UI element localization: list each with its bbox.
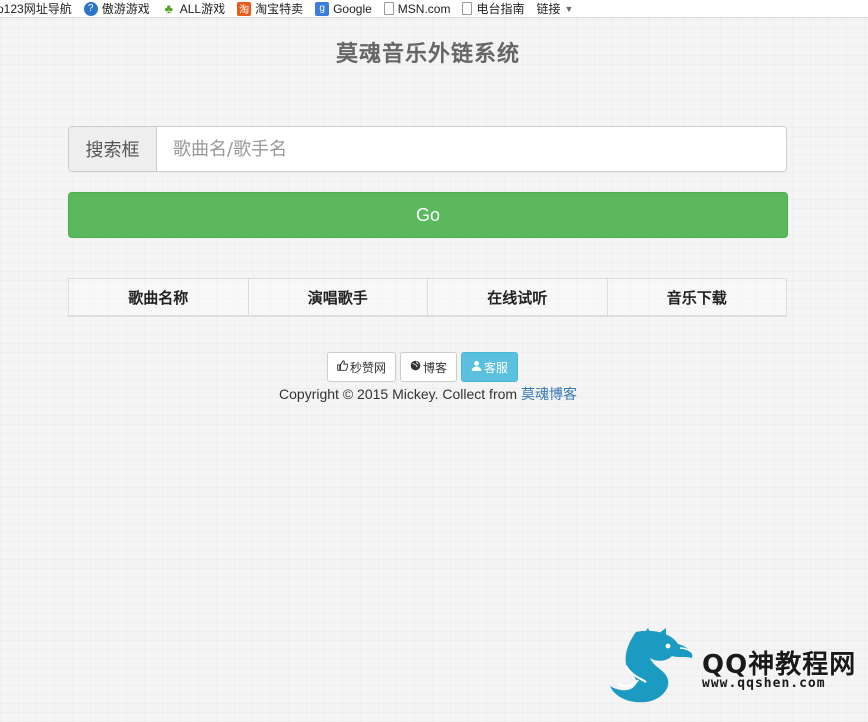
search-addon-label: 搜索框 (69, 127, 157, 171)
customer-service-button-label: 客服 (484, 360, 509, 375)
bookmark-maxthon-games[interactable]: ? 傲游游戏 (83, 0, 150, 17)
google-icon: g (315, 1, 330, 16)
blog-button[interactable]: 博客 (400, 352, 458, 382)
bookmark-label: ALL游戏 (179, 2, 226, 16)
search-input[interactable] (157, 127, 786, 171)
page-title: 莫魂音乐外链系统 (335, 42, 520, 67)
bookmark-google[interactable]: g Google (315, 0, 372, 17)
watermark-logo: QQ神教程网 www.qqshen.com (606, 626, 861, 706)
column-header-listen-online: 在线试听 (428, 279, 608, 315)
bookmark-label: 淘宝特卖 (255, 2, 304, 16)
thumbs-up-icon (337, 360, 349, 374)
footer-button-group: 秒赞网 博客 客服 (327, 352, 519, 382)
chevron-down-icon: ▼ (564, 3, 574, 14)
miaozan-button[interactable]: 秒赞网 (327, 352, 397, 382)
bookmark-label: 电台指南 (476, 2, 525, 16)
copyright-text: Copyright © 2015 Mickey. Collect from (279, 386, 521, 402)
bookmark-label: 傲游游戏 (101, 2, 150, 16)
dragon-icon (610, 628, 695, 703)
column-header-download: 音乐下载 (666, 288, 727, 307)
bookmark-msn[interactable]: MSN.com (383, 0, 451, 17)
watermark-url: www.qqshen.com (702, 676, 826, 691)
bookmark-radio-guide[interactable]: 电台指南 (462, 0, 525, 17)
miaozan-button-label: 秒赞网 (350, 360, 387, 375)
customer-service-button[interactable]: 客服 (461, 352, 519, 382)
column-header-song-name: 歌曲名称 (69, 279, 249, 315)
bookmark-links-menu[interactable]: 链接 ▼ (536, 0, 574, 17)
maxthon-icon: ? (83, 1, 98, 16)
bookmark-label: Google (333, 1, 372, 16)
search-group: 搜索框 (68, 126, 787, 172)
page-icon (462, 2, 473, 15)
bookmark-all-games[interactable]: ♣ ALL游戏 (162, 0, 226, 17)
globe-icon (410, 360, 421, 374)
taobao-icon: 淘 (237, 1, 252, 16)
leaf-icon: ♣ (164, 1, 173, 16)
bookmarks-bar: o123网址导航 ? 傲游游戏 ♣ ALL游戏 淘 淘宝特卖 g Google … (0, 0, 868, 18)
go-button[interactable]: Go (68, 192, 788, 238)
blog-link[interactable]: 莫魂博客 (521, 386, 577, 402)
blog-button-label: 博客 (423, 360, 448, 375)
bookmark-taobao[interactable]: 淘 淘宝特卖 (237, 0, 304, 17)
bookmark-label: 链接 (536, 2, 561, 16)
copyright: Copyright © 2015 Mickey. Collect from 莫魂… (0, 384, 856, 404)
user-icon (471, 360, 482, 374)
results-table-header: 歌曲名称 演唱歌手 在线试听 音乐下载 (68, 278, 787, 317)
page-icon (383, 2, 394, 15)
bookmark-label: MSN.com (397, 1, 451, 16)
bookmark-label: o123网址导航 (0, 2, 72, 16)
bookmark-o123[interactable]: o123网址导航 (0, 0, 72, 17)
column-header-singer: 演唱歌手 (249, 279, 428, 315)
